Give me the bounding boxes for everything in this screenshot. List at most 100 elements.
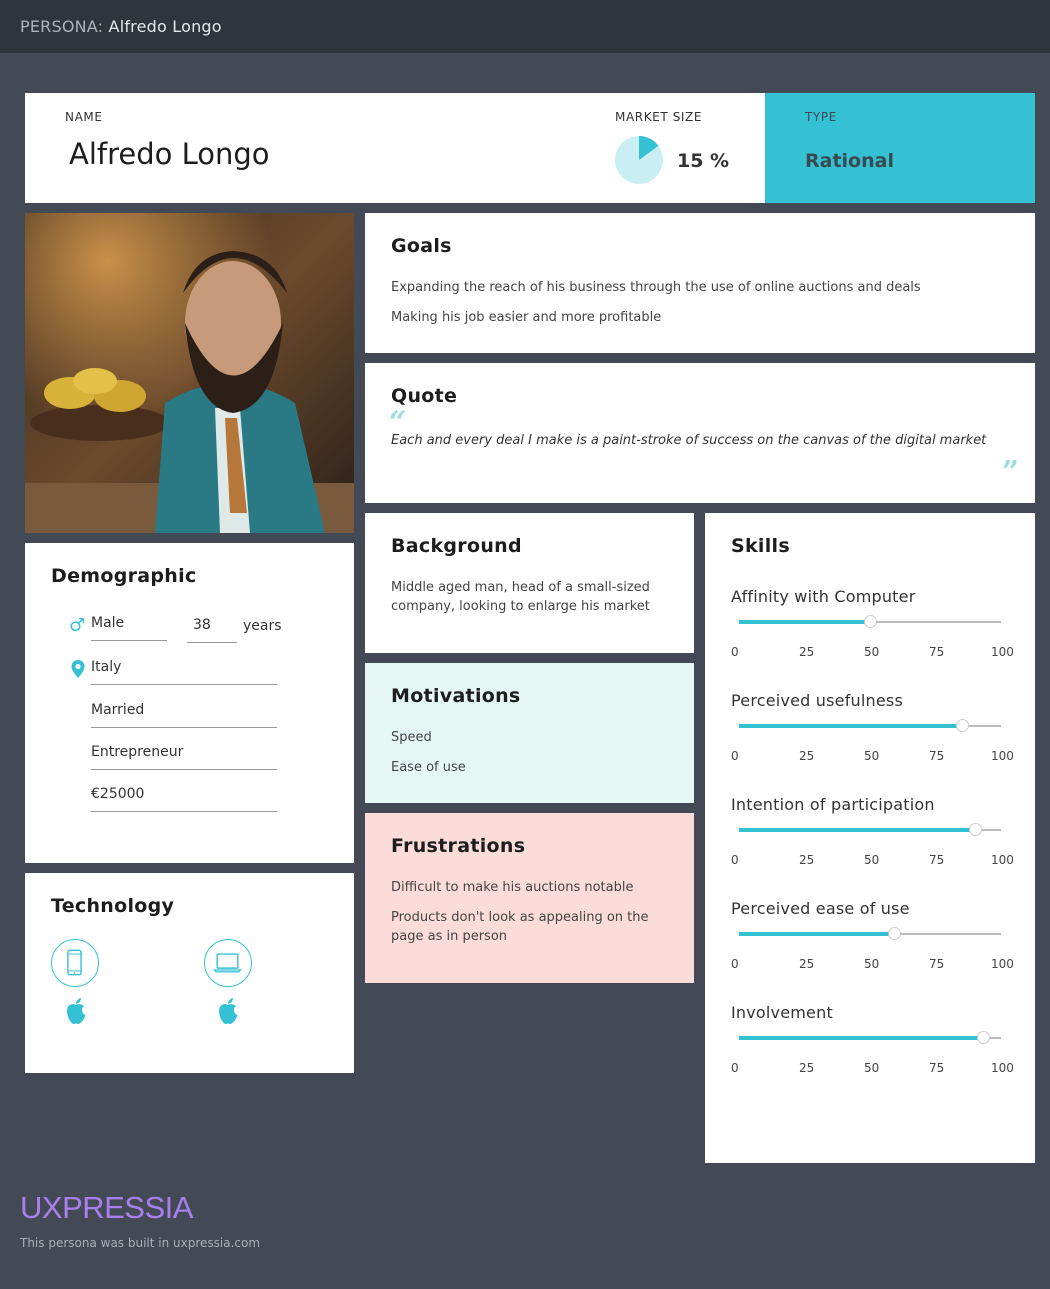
location-field[interactable]: Italy	[91, 659, 277, 685]
skill-slider-track[interactable]	[739, 927, 1001, 940]
name-label: NAME	[65, 110, 103, 124]
skills-card: Skills Affinity with Computer 0 25 50 75 100 P…	[705, 513, 1035, 1163]
skill-scale-tick: 75	[929, 1061, 945, 1075]
gender-field[interactable]: Male	[91, 615, 167, 641]
skill-scale-tick: 100	[991, 853, 1014, 867]
apple-icon	[67, 998, 86, 1024]
skill-name: Affinity with Computer	[731, 587, 916, 606]
quote-title: Quote	[391, 385, 458, 407]
smartphone-icon[interactable]	[51, 939, 99, 987]
skill-row: Affinity with Computer 0 25 50 75 100	[731, 587, 1021, 677]
skill-name: Involvement	[731, 1003, 833, 1022]
skill-row: Intention of participation 0 25 50 75 100	[731, 795, 1021, 885]
portrait-image	[25, 213, 354, 533]
uxpressia-logo[interactable]: UXPRESSIA	[20, 1190, 193, 1226]
skill-scale: 0 25 50 75 100	[731, 645, 1021, 661]
skill-scale-tick: 25	[799, 957, 815, 971]
frustration-item[interactable]: Difficult to make his auctions notable	[391, 878, 633, 897]
skill-scale-tick: 0	[731, 853, 739, 867]
apple-icon	[219, 998, 238, 1024]
market-size-label: MARKET SIZE	[615, 110, 703, 124]
type-value[interactable]: Rational	[805, 150, 894, 172]
skill-name: Perceived ease of use	[731, 899, 910, 918]
demographic-title: Demographic	[51, 565, 197, 587]
skill-slider-fill	[739, 724, 962, 728]
male-icon: ♂	[69, 615, 86, 636]
skill-slider-fill	[739, 828, 975, 832]
skill-scale-tick: 25	[799, 1061, 815, 1075]
age-field[interactable]: 38	[187, 617, 237, 643]
technology-card: Technology	[25, 873, 354, 1073]
motivations-title: Motivations	[391, 685, 521, 707]
skill-slider-handle[interactable]	[955, 719, 969, 732]
skill-slider-fill	[739, 1036, 983, 1040]
close-quote-icon: ”	[1001, 455, 1019, 490]
skill-slider-track[interactable]	[739, 719, 1001, 732]
goals-card: Goals Expanding the reach of his busines…	[365, 213, 1035, 353]
skill-scale: 0 25 50 75 100	[731, 853, 1021, 869]
skill-scale-tick: 100	[991, 749, 1014, 763]
technology-title: Technology	[51, 895, 175, 917]
skill-name: Intention of participation	[731, 795, 935, 814]
goals-title: Goals	[391, 235, 452, 257]
skill-scale-tick: 50	[864, 853, 880, 867]
skill-scale-tick: 75	[929, 749, 945, 763]
skill-slider-track[interactable]	[739, 1031, 1001, 1044]
income-field[interactable]: €25000	[91, 786, 277, 812]
skill-scale-tick: 25	[799, 749, 815, 763]
motivations-card: Motivations Speed Ease of use	[365, 663, 694, 803]
background-text[interactable]: Middle aged man, head of a small-sized c…	[391, 578, 681, 616]
goal-item[interactable]: Expanding the reach of his business thro…	[391, 278, 921, 297]
background-card: Background Middle aged man, head of a sm…	[365, 513, 694, 653]
skill-slider-handle[interactable]	[976, 1031, 990, 1044]
skill-scale-tick: 0	[731, 645, 739, 659]
skill-scale: 0 25 50 75 100	[731, 1061, 1021, 1077]
age-unit: years	[243, 618, 282, 634]
skill-scale-tick: 50	[864, 645, 880, 659]
occupation-field[interactable]: Entrepreneur	[91, 744, 277, 770]
header-card: NAME Alfredo Longo MARKET SIZE 15 %	[25, 93, 765, 203]
type-label: TYPE	[805, 110, 837, 124]
quote-card: Quote “ Each and every deal I make is a …	[365, 363, 1035, 503]
marital-status-field[interactable]: Married	[91, 702, 277, 728]
motivation-item[interactable]: Speed	[391, 728, 432, 747]
skill-scale-tick: 75	[929, 853, 945, 867]
type-card: TYPE Rational	[765, 93, 1035, 203]
skill-scale-tick: 50	[864, 1061, 880, 1075]
background-title: Background	[391, 535, 522, 557]
motivation-item[interactable]: Ease of use	[391, 758, 466, 777]
skill-scale-tick: 75	[929, 957, 945, 971]
skill-scale-tick: 100	[991, 957, 1014, 971]
skill-slider-handle[interactable]	[887, 927, 901, 940]
skill-scale-tick: 25	[799, 853, 815, 867]
top-bar: PERSONA: Alfredo Longo	[0, 0, 1050, 53]
persona-prefix: PERSONA:	[20, 17, 104, 36]
built-with-note: This persona was built in uxpressia.com	[20, 1236, 261, 1250]
skill-slider-fill	[739, 620, 870, 624]
skill-scale-tick: 50	[864, 957, 880, 971]
market-size-pie-icon	[615, 136, 663, 184]
frustrations-card: Frustrations Difficult to make his aucti…	[365, 813, 694, 983]
frustrations-title: Frustrations	[391, 835, 526, 857]
goal-item[interactable]: Making his job easier and more profitabl…	[391, 308, 661, 327]
skill-slider-handle[interactable]	[968, 823, 982, 836]
skill-slider-track[interactable]	[739, 823, 1001, 836]
skill-scale-tick: 100	[991, 1061, 1014, 1075]
skill-slider-handle[interactable]	[864, 615, 877, 628]
skill-scale-tick: 75	[929, 645, 945, 659]
quote-text[interactable]: Each and every deal I make is a paint-st…	[391, 433, 986, 448]
demographic-card: Demographic ♂ Male 38 years Italy Marrie…	[25, 543, 354, 863]
persona-name[interactable]: Alfredo Longo	[69, 137, 270, 171]
skill-slider-track[interactable]	[739, 615, 1001, 628]
skill-scale-tick: 0	[731, 1061, 739, 1075]
skill-name: Perceived usefulness	[731, 691, 903, 710]
skill-row: Perceived usefulness 0 25 50 75 100	[731, 691, 1021, 781]
skill-scale-tick: 50	[864, 749, 880, 763]
laptop-icon[interactable]	[204, 939, 252, 987]
skill-scale: 0 25 50 75 100	[731, 957, 1021, 973]
persona-photo[interactable]	[25, 213, 354, 533]
skill-scale-tick: 0	[731, 749, 739, 763]
frustration-item[interactable]: Products don't look as appealing on the …	[391, 908, 676, 946]
skill-scale-tick: 100	[991, 645, 1014, 659]
market-size-value[interactable]: 15 %	[677, 150, 729, 172]
